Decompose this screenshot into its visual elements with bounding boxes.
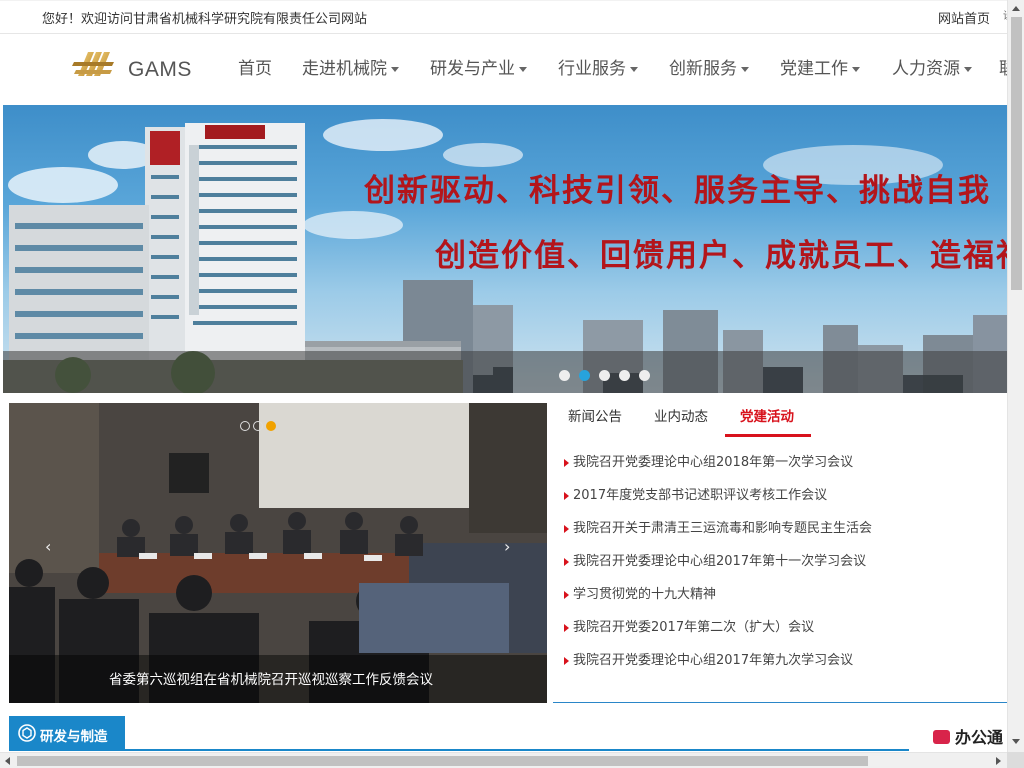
cube-icon (18, 724, 36, 742)
chevron-down-icon (741, 66, 749, 72)
photo-dot-2[interactable] (253, 421, 263, 431)
nav-label: 党建工作 (780, 59, 848, 79)
nav-item-innovation[interactable]: 创新服务 (669, 54, 749, 79)
nav-label: 走进机械院 (302, 59, 387, 79)
photo-dot-1[interactable] (240, 421, 250, 431)
banner-dot-2[interactable] (579, 370, 590, 381)
nav-item-party[interactable]: 党建工作 (780, 54, 860, 79)
bullet-arrow-icon (564, 558, 569, 566)
bullet-arrow-icon (564, 525, 569, 533)
chevron-down-icon (852, 66, 860, 72)
banner-dot-3[interactable] (599, 370, 610, 381)
nav-item-home[interactable]: 首页 (238, 54, 272, 79)
nav-label: 创新服务 (669, 59, 737, 79)
prev-slide-arrow-icon[interactable]: ‹ (45, 537, 51, 556)
banner-slogan-2: 创造价值、回馈用户、成就员工、造福社会 (435, 238, 1007, 274)
nav-label: 人力资源 (892, 59, 960, 79)
bullet-arrow-icon (564, 657, 569, 665)
photo-dot-3[interactable] (266, 421, 276, 431)
office-label: 办公通 (955, 728, 1004, 747)
gams-logo-icon[interactable] (72, 46, 116, 82)
banner-dot-4[interactable] (619, 370, 630, 381)
top-bar: 您好！欢迎访问甘肃省机械科学研究院有限责任公司网站 网站首页 设 (0, 0, 1007, 34)
chevron-down-icon (630, 66, 638, 72)
logo-text[interactable]: GAMS (128, 58, 192, 82)
office-portal-link[interactable]: 办公通 (933, 724, 1003, 748)
tab-party-activities[interactable]: 党建活动 (740, 405, 794, 425)
list-item[interactable]: 2017年度党支部书记述职评议考核工作会议 (555, 481, 1007, 514)
horizontal-scrollbar[interactable] (0, 752, 1007, 768)
banner-dot-1[interactable] (559, 370, 570, 381)
horizontal-scroll-thumb[interactable] (17, 756, 868, 766)
nav-label: 联 (999, 59, 1007, 79)
banner-pager-strip (3, 351, 1007, 393)
scrollbar-corner (1007, 752, 1024, 768)
section-title: 研发与制造 (40, 729, 108, 745)
news-title: 我院召开关于肃清王三运流毒和影响专题民主生活会 (573, 521, 873, 536)
bullet-arrow-icon (564, 459, 569, 467)
section-divider (9, 749, 909, 751)
news-list: 我院召开党委理论中心组2018年第一次学习会议 2017年度党支部书记述职评议考… (555, 448, 1007, 679)
photo-news-slider[interactable]: ‹ › 省委第六巡视组在省机械院召开巡视巡察工作反馈会议 (9, 403, 547, 703)
photo-caption-link[interactable]: 省委第六巡视组在省机械院召开巡视巡察工作反馈会议 (109, 668, 433, 688)
news-title: 我院召开党委2017年第二次（扩大）会议 (573, 620, 815, 635)
tab-news-announcements[interactable]: 新闻公告 (568, 405, 622, 425)
site-home-link[interactable]: 网站首页 (938, 8, 990, 27)
news-tabs: 新闻公告 业内动态 党建活动 (555, 403, 1007, 437)
scroll-left-arrow-icon[interactable] (5, 757, 10, 765)
bullet-arrow-icon (564, 492, 569, 500)
banner-slogan-1: 创新驱动、科技引领、服务主导、挑战自我 (364, 173, 991, 209)
next-slide-arrow-icon[interactable]: › (504, 537, 510, 556)
news-title: 学习贯彻党的十九大精神 (573, 587, 717, 602)
hero-banner[interactable]: 创新驱动、科技引领、服务主导、挑战自我 创造价值、回馈用户、成就员工、造福社会 (3, 105, 1007, 393)
nav-item-hr[interactable]: 人力资源 (892, 54, 972, 79)
vertical-scrollbar[interactable] (1007, 0, 1024, 752)
briefcase-icon (933, 730, 950, 744)
nav-label: 研发与产业 (430, 59, 515, 79)
news-title: 2017年度党支部书记述职评议考核工作会议 (573, 488, 828, 503)
top-divider (0, 0, 1007, 1)
nav-item-industry-service[interactable]: 行业服务 (558, 54, 638, 79)
scroll-down-arrow-icon[interactable] (1012, 739, 1020, 744)
page: 您好！欢迎访问甘肃省机械科学研究院有限责任公司网站 网站首页 设 GAMS 首页… (0, 0, 1024, 768)
nav-item-research[interactable]: 研发与产业 (430, 54, 527, 79)
chevron-down-icon (391, 66, 399, 72)
chevron-down-icon (519, 66, 527, 72)
nav-item-about[interactable]: 走进机械院 (302, 54, 399, 79)
welcome-text: 您好！欢迎访问甘肃省机械科学研究院有限责任公司网站 (42, 12, 368, 27)
list-item[interactable]: 我院召开党委理论中心组2017年第九次学习会议 (555, 646, 1007, 679)
news-divider (553, 702, 1007, 703)
list-item[interactable]: 我院召开党委理论中心组2017年第十一次学习会议 (555, 547, 1007, 580)
bullet-arrow-icon (564, 624, 569, 632)
nav-label: 行业服务 (558, 59, 626, 79)
news-title: 我院召开党委理论中心组2017年第十一次学习会议 (573, 554, 867, 569)
active-tab-indicator (725, 434, 811, 437)
scroll-up-arrow-icon[interactable] (1012, 6, 1020, 11)
photo-pagination (240, 416, 279, 435)
vertical-scroll-thumb[interactable] (1011, 17, 1022, 290)
banner-dot-5[interactable] (639, 370, 650, 381)
news-title: 我院召开党委理论中心组2017年第九次学习会议 (573, 653, 854, 668)
list-item[interactable]: 我院召开关于肃清王三运流毒和影响专题民主生活会 (555, 514, 1007, 547)
news-title: 我院召开党委理论中心组2018年第一次学习会议 (573, 455, 854, 470)
nav-item-contact[interactable]: 联 (999, 54, 1007, 79)
bullet-arrow-icon (564, 591, 569, 599)
chevron-down-icon (964, 66, 972, 72)
list-item[interactable]: 学习贯彻党的十九大精神 (555, 580, 1007, 613)
list-item[interactable]: 我院召开党委2017年第二次（扩大）会议 (555, 613, 1007, 646)
nav-label: 首页 (238, 59, 272, 79)
main-nav: GAMS 首页 走进机械院 研发与产业 行业服务 创新服务 党建工作 人力资源 … (0, 35, 1007, 105)
list-item[interactable]: 我院召开党委理论中心组2018年第一次学习会议 (555, 448, 1007, 481)
scroll-right-arrow-icon[interactable] (996, 757, 1001, 765)
section-tab-rnd[interactable]: 研发与制造 (9, 716, 125, 750)
banner-pagination (559, 366, 659, 385)
tab-industry-news[interactable]: 业内动态 (654, 405, 708, 425)
